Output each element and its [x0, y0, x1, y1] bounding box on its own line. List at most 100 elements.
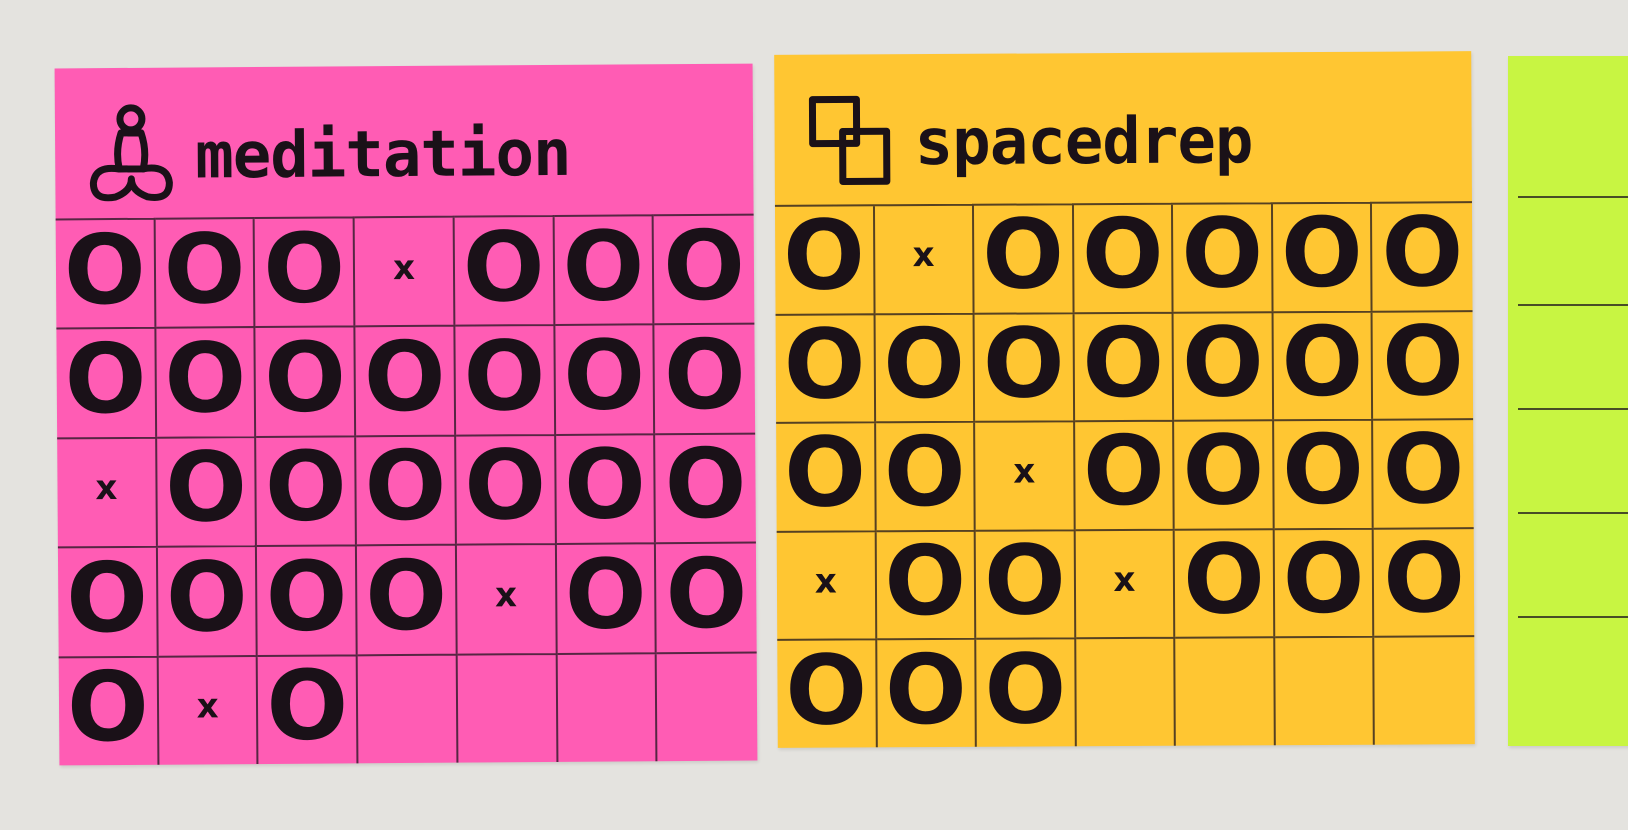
tracker-cell: O	[257, 540, 358, 655]
tracker-cell: x	[874, 203, 975, 313]
done-mark: O	[665, 537, 748, 651]
tracker-cell: O	[156, 431, 258, 546]
tracker-cell: O	[1074, 415, 1175, 530]
tracker-cell: O	[1274, 522, 1375, 637]
tracker-cell: x	[456, 543, 558, 654]
tracker-cell: x	[1075, 528, 1176, 638]
skipped-mark: x	[196, 686, 219, 727]
tracker-cell: O	[1074, 307, 1175, 421]
tracker-cell: O	[976, 632, 1077, 747]
skipped-mark: x	[814, 561, 837, 602]
done-mark: O	[1281, 305, 1364, 419]
overlapping-squares-icon	[804, 91, 897, 195]
tracker-cell	[457, 652, 558, 763]
habit-tracker-grid: OOOxOOOOOOOOOOxOOOOOOOOOOxOOOxO	[55, 209, 758, 766]
done-mark: O	[562, 319, 646, 432]
done-mark: O	[785, 634, 868, 747]
tracker-cell: O	[155, 213, 256, 328]
tracker-cell: x	[158, 654, 259, 765]
tracker-cell: O	[356, 430, 457, 545]
done-mark: O	[1383, 522, 1466, 635]
done-mark: O	[883, 416, 966, 529]
tracker-cell: O	[255, 212, 356, 327]
tracker-cell: O	[1373, 414, 1474, 528]
grid-line	[1518, 408, 1628, 410]
done-mark: O	[64, 322, 147, 436]
tracker-cell: O	[1174, 523, 1276, 638]
done-mark: O	[1381, 196, 1464, 309]
done-mark: O	[1282, 522, 1365, 636]
sticky-note-partial	[1508, 56, 1628, 746]
done-mark: O	[264, 430, 347, 544]
done-mark: O	[1181, 197, 1264, 310]
done-mark: O	[1281, 414, 1365, 527]
tracker-cell: O	[455, 320, 556, 435]
tracker-cell: O	[554, 210, 655, 325]
tracker-cell: O	[876, 633, 977, 748]
tracker-cell: O	[1173, 197, 1274, 312]
done-mark: O	[884, 524, 967, 638]
tracker-cell	[1075, 637, 1177, 747]
done-mark: O	[984, 632, 1067, 746]
done-mark: O	[564, 538, 647, 651]
done-mark: O	[464, 429, 547, 543]
tracker-cell: O	[876, 524, 977, 639]
done-mark: O	[562, 210, 645, 323]
note-title-text: spacedrep	[914, 104, 1253, 181]
done-mark: O	[164, 431, 248, 545]
tracker-cell: O	[157, 541, 259, 656]
note-title-meditation: meditation	[85, 99, 571, 212]
tracker-cell: O	[256, 430, 358, 546]
tracker-cell: O	[1273, 414, 1375, 529]
skipped-mark: x	[1113, 560, 1136, 601]
tracker-cell: O	[774, 199, 876, 314]
tracker-cell: O	[1372, 305, 1474, 419]
tracker-cell: O	[974, 307, 1075, 421]
skipped-mark: x	[494, 575, 518, 616]
tracker-cell	[357, 653, 459, 764]
done-mark: O	[884, 633, 967, 746]
grid-line	[1518, 616, 1628, 618]
tracker-cell: O	[554, 319, 656, 434]
tracker-cell: O	[56, 322, 157, 438]
done-mark: O	[363, 320, 446, 434]
tracker-cell: O	[1372, 196, 1473, 311]
tracker-cell: O	[1272, 197, 1373, 311]
sticky-note-spacedrep: spacedrep OxOOOOOOOOOOOOOOxOOOOxOOxOOOOO…	[774, 51, 1475, 748]
tracker-cell: O	[258, 650, 359, 765]
done-mark: O	[463, 320, 546, 433]
done-mark: O	[263, 321, 347, 435]
tracker-cell: O	[655, 428, 756, 543]
tracker-cell: O	[355, 320, 456, 436]
tracker-cell: O	[357, 539, 458, 654]
tracker-cell: O	[556, 538, 657, 653]
skipped-mark: x	[95, 468, 118, 509]
tracker-cell: O	[455, 429, 557, 544]
tracker-cell: O	[875, 416, 976, 531]
tracker-cell	[1175, 636, 1276, 746]
note-title-spacedrep: spacedrep	[804, 86, 1253, 198]
done-mark: O	[782, 199, 866, 313]
tracker-cell	[1374, 635, 1475, 745]
done-mark: O	[982, 307, 1065, 420]
done-mark: O	[983, 524, 1066, 637]
tracker-cell: O	[454, 210, 555, 326]
tracker-cell: O	[1073, 198, 1174, 312]
done-mark: O	[462, 210, 545, 324]
tracker-cell: O	[653, 209, 755, 324]
done-mark: O	[365, 539, 448, 653]
done-mark: O	[784, 416, 867, 530]
tracker-cell: O	[555, 429, 657, 544]
skipped-mark: x	[912, 235, 935, 276]
tracker-cell: x	[776, 530, 877, 640]
done-mark: O	[364, 430, 447, 543]
done-mark: O	[1181, 306, 1264, 419]
done-mark: O	[1182, 414, 1265, 528]
tracker-cell: O	[55, 213, 157, 328]
tracker-cell: x	[975, 420, 1076, 530]
tracker-cell: O	[975, 524, 1076, 639]
tracker-cell: O	[1174, 414, 1275, 529]
sticky-note-meditation: meditation OOOxOOOOOOOOOOxOOOOOOOOOOxOOO…	[54, 63, 758, 766]
done-mark: O	[63, 213, 147, 327]
done-mark: O	[263, 212, 346, 325]
